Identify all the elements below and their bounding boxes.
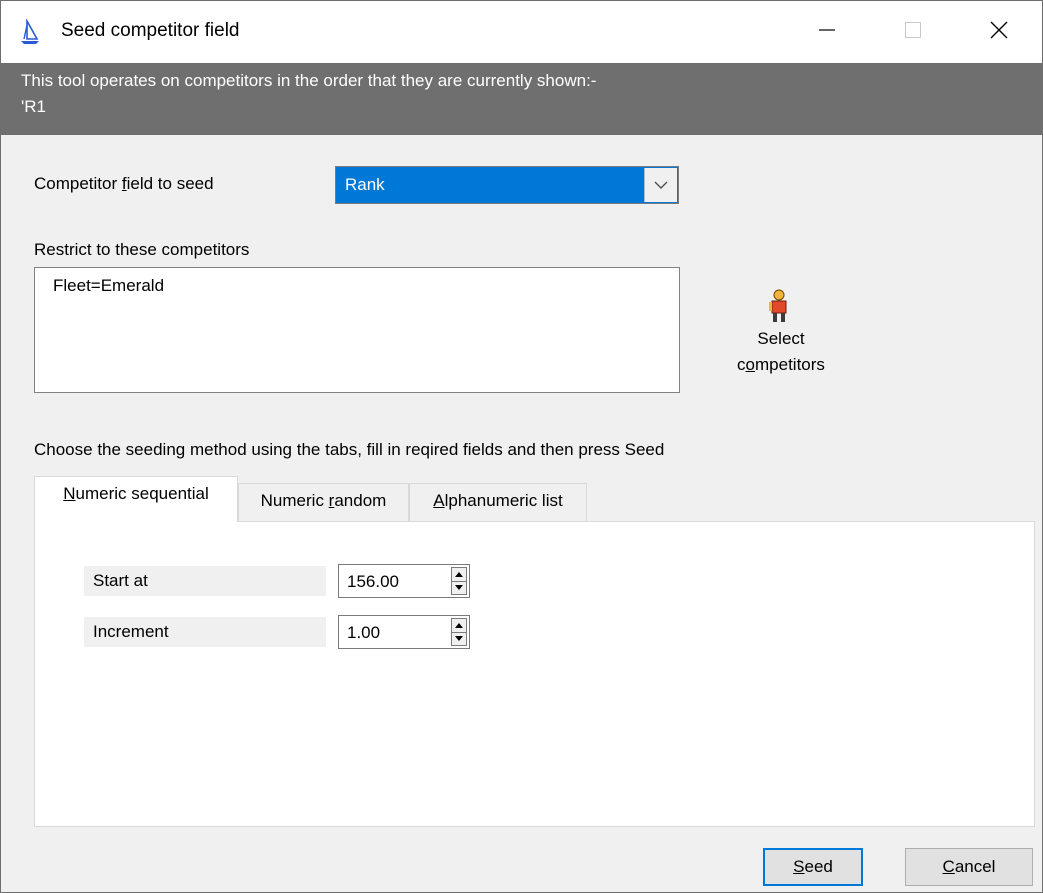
start-at-spinner[interactable]: 156.00	[338, 564, 470, 598]
start-at-spin-buttons[interactable]	[451, 567, 467, 595]
minimize-icon	[818, 21, 836, 44]
chevron-down-icon	[654, 175, 668, 195]
close-button[interactable]	[956, 1, 1042, 63]
increment-value: 1.00	[347, 623, 381, 642]
field-to-seed-label: Competitor field to seed	[34, 174, 214, 193]
spin-down-icon[interactable]	[452, 632, 466, 645]
info-banner: This tool operates on competitors in the…	[1, 63, 1042, 135]
seed-button-label: Seed	[793, 857, 833, 876]
title-bar[interactable]: Seed competitor field	[1, 1, 1042, 63]
window-title: Seed competitor field	[61, 20, 240, 41]
increment-spin-buttons[interactable]	[451, 618, 467, 646]
start-at-label: Start at	[84, 566, 326, 596]
select-competitors-label-line1: Select	[757, 329, 805, 348]
field-to-seed-value: Rank	[345, 175, 385, 194]
seed-competitor-field-dialog: Seed competitor field This tool operates…	[0, 0, 1043, 893]
info-text: This tool operates on competitors in the…	[21, 71, 597, 90]
spin-down-icon[interactable]	[452, 581, 466, 594]
tab-label: Numeric sequential	[63, 484, 209, 503]
tab-panel-numeric-sequential: Start at 156.00 Increment 1.00	[34, 521, 1035, 827]
dropdown-button[interactable]	[644, 168, 677, 202]
field-to-seed-dropdown[interactable]: Rank	[335, 166, 679, 204]
info-sort-text: 'R1	[21, 97, 46, 116]
select-competitors-button[interactable]: Select competitors	[721, 289, 841, 385]
person-icon	[767, 289, 791, 323]
maximize-button[interactable]	[870, 1, 956, 63]
tab-numeric-sequential[interactable]: Numeric sequential	[34, 476, 238, 522]
tab-label: Alphanumeric list	[433, 491, 563, 510]
tab-numeric-random[interactable]: Numeric random	[238, 483, 409, 521]
tab-alphanumeric-list[interactable]: Alphanumeric list	[409, 483, 587, 521]
spin-up-icon[interactable]	[452, 568, 466, 582]
minimize-button[interactable]	[784, 1, 870, 63]
sailboat-icon	[19, 17, 41, 45]
increment-label: Increment	[84, 617, 326, 647]
spin-up-icon[interactable]	[452, 619, 466, 633]
select-competitors-label-line2: competitors	[737, 355, 825, 374]
restrict-label: Restrict to these competitors	[34, 240, 250, 259]
cancel-button-label: Cancel	[942, 857, 996, 876]
close-icon	[989, 20, 1009, 45]
start-at-value: 156.00	[347, 572, 399, 591]
restrict-filter-item: Fleet=Emerald	[53, 276, 165, 295]
increment-spinner[interactable]: 1.00	[338, 615, 470, 649]
seed-button[interactable]: Seed	[763, 848, 863, 886]
cancel-button[interactable]: Cancel	[905, 848, 1033, 886]
restrict-filter-box[interactable]: Fleet=Emerald	[34, 267, 680, 393]
instruction-text: Choose the seeding method using the tabs…	[34, 440, 665, 459]
tab-label: Numeric random	[260, 491, 387, 510]
maximize-icon	[904, 21, 922, 44]
